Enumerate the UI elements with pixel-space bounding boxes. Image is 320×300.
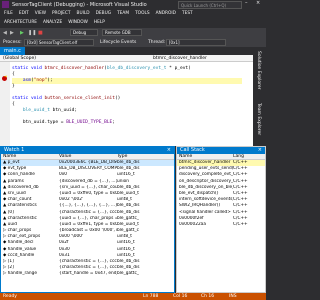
col-name[interactable]: Name: [1, 154, 59, 159]
col-name[interactable]: Name: [177, 154, 233, 159]
menu-file[interactable]: FILE: [4, 11, 13, 17]
editor-tabs: main.c: [0, 47, 253, 55]
code-line-4: }: [12, 84, 15, 89]
row-type: ble_gattc_: [117, 271, 139, 277]
menu-team[interactable]: TEAM: [117, 11, 129, 17]
menu-android[interactable]: ANDROID: [156, 11, 176, 17]
current-line-arrow-icon: ➜: [4, 74, 8, 80]
title-bar: SensorTagClient (Debugging) - Microsoft …: [0, 0, 266, 10]
thread-label: Thread:: [148, 40, 166, 45]
tab-main-c[interactable]: main.c: [0, 47, 25, 55]
code-line-6: static void button_service_client_init(): [12, 96, 121, 101]
menu-debug[interactable]: DEBUG: [96, 11, 111, 17]
status-col: Col 16: [173, 294, 188, 299]
menu-row-2: ARCHITECTURE ANALYZE WINDOW HELP: [0, 19, 266, 28]
close-button[interactable]: ×: [256, 0, 264, 9]
forward-icon[interactable]: ▶: [10, 30, 14, 36]
frame-name: 0x000022aa: [179, 221, 206, 227]
code-area[interactable]: ➜ static void btmrc_discover_handler(ble…: [0, 62, 253, 146]
status-mode: INS: [229, 294, 237, 299]
stop-icon[interactable]: ■: [38, 30, 43, 36]
config-select[interactable]: Debug: [70, 29, 98, 36]
right-tool-strip: Solution Explorer Team Explorer: [253, 47, 266, 146]
menu-edit[interactable]: EDIT: [19, 11, 29, 17]
debug-location-bar: Process: [0x0] SensorTagClient.elf Lifec…: [0, 38, 266, 47]
callstack-rows: btmrc_discover_handler C/C++ pending_user_…: [177, 160, 265, 228]
watch-rows: ▲ p_evt0x20003E6C {BLE_DB_DISCOV...ble_d…: [1, 160, 174, 278]
code-editor: main.c (Global Scope) btmrc_discover_han…: [0, 47, 253, 146]
code-line-3: asm("nop");: [12, 78, 242, 84]
col-type[interactable]: Type: [117, 154, 172, 159]
menu-view[interactable]: VIEW: [35, 11, 46, 17]
status-state: Ready: [3, 294, 17, 299]
menu-architecture[interactable]: ARCHITECTURE: [4, 20, 37, 26]
menu-tools[interactable]: TOOLS: [135, 11, 150, 17]
status-ch: Ch 16: [201, 294, 215, 299]
callstack-title: Call Stack: [180, 147, 205, 153]
watch-header: Watch 1 ×: [1, 147, 174, 154]
callstack-header: Call Stack ×: [177, 147, 265, 154]
status-bar: Ready Ln 788 Col 16 Ch 16 INS: [0, 293, 266, 300]
code-line-1: static void btmrc_discover_handler(ble_d…: [12, 66, 191, 71]
lifecycle-events-button[interactable]: Lifecycle Events: [100, 40, 136, 45]
minimize-button[interactable]: –: [245, 0, 252, 9]
menu-project[interactable]: PROJECT: [52, 11, 71, 17]
menu-analyze[interactable]: ANALYZE: [43, 20, 62, 26]
col-value[interactable]: Value: [59, 154, 117, 159]
menu-bar: FILE EDIT VIEW PROJECT BUILD DEBUG TEAM …: [0, 10, 266, 28]
scope-bar: (Global Scope) btmrc_discover_handler: [0, 55, 253, 62]
process-label: Process:: [3, 40, 22, 45]
pause-icon[interactable]: ❚❚: [28, 30, 36, 36]
row-value: {start_handle = 0x47, end_ha...: [59, 271, 117, 277]
watch-window: Watch 1 × Name Value Type ▲ p_evt 0x20003E…: [0, 146, 175, 293]
menu-window[interactable]: WINDOW: [68, 20, 88, 26]
watch-title: Watch 1: [4, 147, 25, 153]
continue-icon[interactable]: ▶: [20, 30, 24, 36]
back-icon[interactable]: ◀: [3, 30, 7, 36]
quick-launch-input[interactable]: Quick Launch (Ctrl+Q): [178, 1, 242, 9]
team-explorer-tab[interactable]: Team Explorer: [256, 103, 261, 135]
platform-select[interactable]: Remote GDB: [102, 29, 142, 36]
list-item[interactable]: 0x000022aa C/C++: [177, 222, 265, 228]
table-row[interactable]: ▷ handle_range {start_handle = 0x47, end_…: [1, 271, 174, 277]
vs-logo-icon: [2, 1, 9, 8]
code-line-8: ble_uuid_t btn_uuid;: [22, 108, 78, 113]
menu-row-1: FILE EDIT VIEW PROJECT BUILD DEBUG TEAM …: [0, 10, 266, 19]
menu-build[interactable]: BUILD: [77, 11, 90, 17]
process-select[interactable]: [0x0] SensorTagClient.elf: [24, 39, 94, 46]
window-title: SensorTagClient (Debugging) - Microsoft …: [12, 2, 147, 8]
member-select[interactable]: btmrc_discover_handler: [153, 56, 207, 61]
status-line: Ln 788: [143, 294, 159, 299]
frame-lang: C/C++: [233, 221, 248, 227]
thread-select[interactable]: [0x1]: [166, 39, 226, 46]
menu-test[interactable]: TEST: [182, 11, 193, 17]
callstack-close-icon[interactable]: ×: [258, 147, 262, 154]
call-stack-window: Call Stack × Name Lang btmrc_discover_han…: [176, 146, 266, 293]
solution-explorer-tab[interactable]: Solution Explorer: [256, 51, 261, 90]
toolbar: ◀ ▶ ▶ ❚❚ ■ Debug Remote GDB: [0, 28, 266, 38]
scope-select[interactable]: (Global Scope): [3, 56, 93, 61]
code-line-10: btn_uuid.type = BLE_UUID_TYPE_BLE;: [12, 120, 115, 125]
col-lang[interactable]: Lang: [233, 154, 263, 159]
menu-help[interactable]: HELP: [94, 20, 105, 26]
watch-close-icon[interactable]: ×: [167, 147, 171, 154]
row-name: ▷ handle_range: [3, 271, 37, 277]
